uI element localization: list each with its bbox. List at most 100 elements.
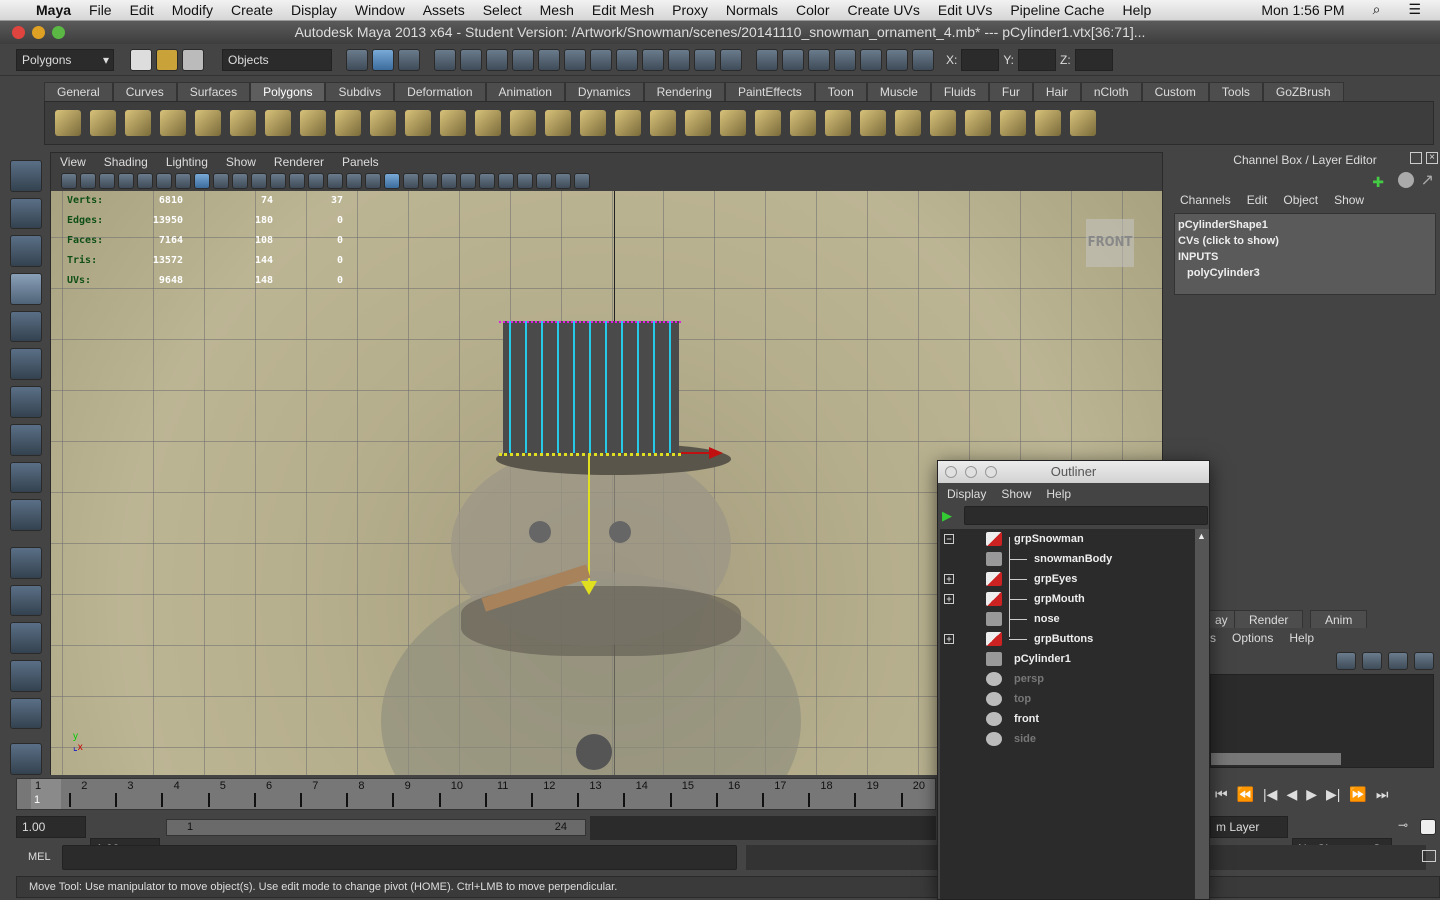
panel-toolbar-icon[interactable]	[555, 173, 571, 189]
shelf-tool-icon[interactable]	[160, 110, 186, 136]
shelf-tool-icon[interactable]	[475, 110, 501, 136]
menu-color[interactable]: Color	[787, 2, 838, 18]
menu-display[interactable]: Display	[282, 2, 346, 18]
status-line-tool-icon[interactable]	[512, 48, 534, 71]
new-layer-from-selected-icon[interactable]	[1414, 652, 1434, 670]
panel-toolbar-icon[interactable]	[346, 173, 362, 189]
shelf-tool-icon[interactable]	[755, 110, 781, 136]
shelf-tab-deformation[interactable]: Deformation	[394, 82, 486, 101]
outliner-item-grpsnowman[interactable]: − grpSnowman	[940, 529, 1195, 549]
shelf-tab-gozbrush[interactable]: GoZBrush	[1262, 82, 1344, 101]
shelf-tab-surfaces[interactable]: Surfaces	[176, 82, 251, 101]
step-back-key-icon[interactable]: |◀	[1263, 786, 1277, 803]
sculpt-icon[interactable]	[10, 743, 42, 775]
close-button[interactable]	[12, 26, 25, 39]
y-field[interactable]	[1018, 48, 1057, 71]
panel-toolbar-icon[interactable]	[270, 173, 286, 189]
shelf-tool-icon[interactable]	[580, 110, 606, 136]
outliner-item-top[interactable]: top	[940, 689, 1195, 709]
status-line-tool-icon[interactable]	[398, 48, 420, 71]
shelf-tool-icon[interactable]	[335, 110, 361, 136]
menu-create-uvs[interactable]: Create UVs	[839, 2, 929, 18]
go-to-start-icon[interactable]: ⏮	[1215, 786, 1228, 803]
panel-toolbar-icon[interactable]	[308, 173, 324, 189]
status-line-tool-icon[interactable]	[590, 48, 612, 71]
panel-menu-shading[interactable]: Shading	[104, 153, 148, 171]
shelf-tab-dynamics[interactable]: Dynamics	[564, 82, 644, 101]
minus-expand-icon[interactable]: −	[944, 534, 954, 544]
outliner-close-button[interactable]	[945, 466, 957, 478]
panel-toolbar-icon[interactable]	[536, 173, 552, 189]
menu-modify[interactable]: Modify	[163, 2, 222, 18]
shelf-tool-icon[interactable]	[790, 110, 816, 136]
step-forward-frame-icon[interactable]: ⏩	[1349, 786, 1366, 803]
menu-create[interactable]: Create	[222, 2, 282, 18]
status-line-tool-icon[interactable]	[434, 48, 456, 71]
menu-pipeline-cache[interactable]: Pipeline Cache	[1001, 2, 1113, 18]
outliner-zoom-button[interactable]	[985, 466, 997, 478]
menu-assets[interactable]: Assets	[414, 2, 474, 18]
view-cube-front[interactable]: FRONT	[1086, 219, 1134, 267]
shelf-tool-icon[interactable]	[615, 110, 641, 136]
shelf-tab-tools[interactable]: Tools	[1208, 82, 1263, 101]
play-forwards-icon[interactable]: ▶	[1306, 786, 1317, 803]
panel-toolbar-icon[interactable]	[384, 173, 400, 189]
app-menu[interactable]: Maya	[27, 2, 80, 18]
outliner-menu-display[interactable]: Display	[947, 483, 986, 505]
panel-toolbar-icon[interactable]	[80, 173, 96, 189]
outliner-item-snowmanbody[interactable]: snowmanBody	[940, 549, 1195, 569]
shelf-tool-icon[interactable]	[510, 110, 536, 136]
status-line-tool-icon[interactable]	[808, 48, 830, 71]
shelf-tool-icon[interactable]	[685, 110, 711, 136]
shelf-tool-icon[interactable]	[265, 110, 291, 136]
paint-select-tool-icon[interactable]	[10, 235, 42, 268]
status-line-tool-icon[interactable]	[346, 48, 368, 71]
shelf-tool-icon[interactable]	[230, 110, 256, 136]
panel-toolbar-icon[interactable]	[175, 173, 191, 189]
status-line-tool-icon[interactable]	[720, 48, 742, 71]
move-tool-icon[interactable]	[10, 273, 42, 305]
move-manipulator-x-arrow[interactable]	[709, 447, 723, 459]
menu-help[interactable]: Help	[1114, 2, 1161, 18]
plus-expand-icon[interactable]: +	[944, 594, 954, 604]
panel-toolbar-icon[interactable]	[574, 173, 590, 189]
shelf-tool-icon[interactable]	[1035, 110, 1061, 136]
menu-edit[interactable]: Edit	[121, 2, 163, 18]
attribute-editor-icon[interactable]: ↗	[1421, 170, 1434, 190]
shelf-tool-icon[interactable]	[405, 110, 431, 136]
single-pane-layout-icon[interactable]	[10, 546, 42, 579]
open-scene-icon[interactable]	[156, 48, 178, 71]
layer-menu-help[interactable]: Help	[1289, 631, 1314, 645]
status-line-tool-icon[interactable]	[782, 48, 804, 71]
outliner-scrollbar[interactable]: ▲	[1195, 529, 1209, 899]
start-time-field[interactable]: 1.00	[16, 816, 86, 838]
panel-toolbar-icon[interactable]	[517, 173, 533, 189]
outliner-menu-show[interactable]: Show	[1001, 483, 1031, 505]
panel-toolbar-icon[interactable]	[479, 173, 495, 189]
lasso-tool-icon[interactable]	[10, 197, 42, 230]
selection-mode-dropdown[interactable]: Objects	[222, 48, 332, 71]
panel-toolbar-icon[interactable]	[232, 173, 248, 189]
panel-toolbar-icon[interactable]	[137, 173, 153, 189]
layer-tab-anim[interactable]: Anim	[1310, 610, 1368, 628]
universal-manipulator-icon[interactable]	[10, 386, 42, 418]
move-layer-up-icon[interactable]	[1336, 652, 1356, 670]
shelf-tab-curves[interactable]: Curves	[112, 82, 177, 101]
search-icon[interactable]: ⌕	[1364, 1, 1390, 18]
status-line-tool-icon[interactable]	[538, 48, 560, 71]
panel-toolbar-icon[interactable]	[61, 173, 77, 189]
new-scene-icon[interactable]	[130, 48, 152, 71]
panel-toolbar-icon[interactable]	[327, 173, 343, 189]
layer-editor-toggle-icon[interactable]	[1398, 172, 1414, 188]
status-line-tool-icon[interactable]	[486, 48, 508, 71]
shelf-tool-icon[interactable]	[125, 110, 151, 136]
shelf-tool-icon[interactable]	[860, 110, 886, 136]
layer-menu-options[interactable]: Options	[1232, 631, 1273, 645]
status-line-tool-icon[interactable]	[886, 48, 908, 71]
axis-gizmo-icon[interactable]: ✚	[1372, 174, 1384, 191]
shelf-tool-icon[interactable]	[545, 110, 571, 136]
status-line-tool-icon[interactable]	[460, 48, 482, 71]
shelf-tab-fur[interactable]: Fur	[988, 82, 1033, 101]
menu-proxy[interactable]: Proxy	[663, 2, 717, 18]
layer-list[interactable]	[1210, 674, 1434, 768]
